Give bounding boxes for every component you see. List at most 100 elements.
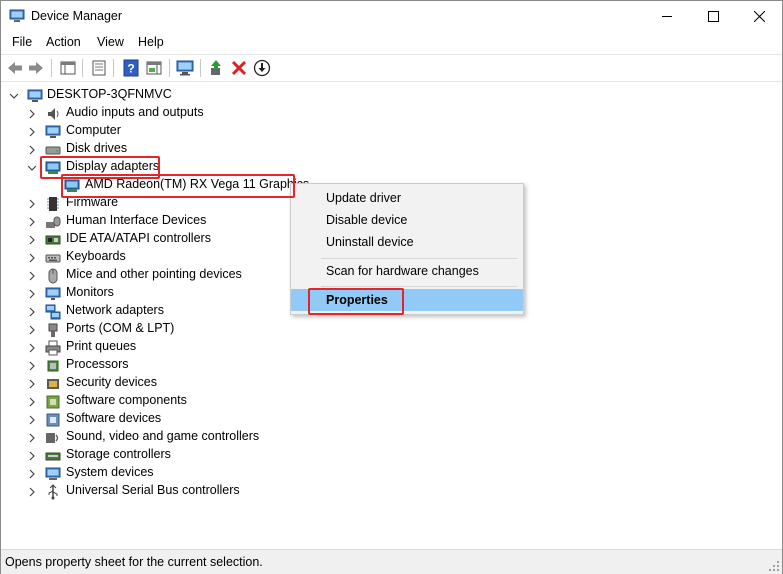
chevron-right-icon[interactable] <box>27 451 37 461</box>
network-adapter-icon <box>45 304 61 320</box>
status-bar: Opens property sheet for the current sel… <box>1 549 782 574</box>
menu-separator <box>321 258 517 259</box>
action-pane-icon[interactable] <box>145 59 163 77</box>
chevron-right-icon[interactable] <box>27 415 37 425</box>
menu-update-driver[interactable]: Update driver <box>291 187 523 209</box>
tree-item-label[interactable]: Print queues <box>66 339 136 353</box>
tree-item-label[interactable]: Disk drives <box>66 141 127 155</box>
close-button[interactable] <box>736 1 782 31</box>
toolbar: ? <box>1 54 782 82</box>
speaker-icon <box>48 108 59 120</box>
menu-scan-hardware-label: Scan for hardware changes <box>326 264 479 278</box>
menu-scan-hardware[interactable]: Scan for hardware changes <box>291 260 523 282</box>
chevron-right-icon[interactable] <box>27 289 37 299</box>
properties-icon[interactable] <box>90 59 108 77</box>
processor-icon <box>47 360 59 372</box>
chevron-right-icon[interactable] <box>27 271 37 281</box>
storage-controller-icon <box>45 452 61 461</box>
toolbar-separator <box>113 59 114 77</box>
chevron-right-icon[interactable] <box>27 361 37 371</box>
tree-item-label[interactable]: Sound, video and game controllers <box>66 429 259 443</box>
back-icon[interactable] <box>6 59 24 77</box>
chevron-right-icon[interactable] <box>27 325 37 335</box>
help-icon[interactable]: ? <box>122 59 140 77</box>
menu-view[interactable]: View <box>97 35 124 49</box>
tree-item-label[interactable]: Keyboards <box>66 249 126 263</box>
menu-disable-device[interactable]: Disable device <box>291 209 523 231</box>
chevron-right-icon[interactable] <box>27 469 37 479</box>
menu-disable-device-label: Disable device <box>326 213 408 227</box>
port-icon <box>48 323 58 337</box>
chevron-right-icon[interactable] <box>27 253 37 263</box>
tree-item-label[interactable]: Universal Serial Bus controllers <box>66 483 240 497</box>
security-device-icon <box>47 379 59 389</box>
menu-file[interactable]: File <box>12 35 32 49</box>
chevron-right-icon[interactable] <box>27 397 37 407</box>
chevron-right-icon[interactable] <box>27 343 37 353</box>
tree-item-label[interactable]: Computer <box>66 123 121 137</box>
sound-controller-icon <box>46 433 59 443</box>
menu-update-driver-label: Update driver <box>326 191 402 205</box>
tree-item-label[interactable]: Software devices <box>66 411 161 425</box>
tree-item-label[interactable]: Firmware <box>66 195 118 209</box>
tree-item-label[interactable]: Processors <box>66 357 129 371</box>
chevron-right-icon[interactable] <box>27 127 37 137</box>
mouse-icon <box>48 268 58 284</box>
chevron-right-icon[interactable] <box>27 379 37 389</box>
toolbar-separator <box>51 59 52 77</box>
minimize-icon <box>661 15 672 17</box>
title-bar: Device Manager <box>1 1 782 31</box>
tree-item-label[interactable]: System devices <box>66 465 154 479</box>
tree-item-label[interactable]: Security devices <box>66 375 157 389</box>
maximize-button[interactable] <box>690 1 736 31</box>
scan-hardware-icon[interactable] <box>176 59 194 77</box>
disable-device-icon[interactable] <box>253 59 271 77</box>
tree-item-label[interactable]: Monitors <box>66 285 114 299</box>
update-driver-icon[interactable] <box>207 59 225 77</box>
computer-icon <box>27 89 43 102</box>
chevron-right-icon[interactable] <box>27 433 37 443</box>
disk-drive-icon <box>45 146 61 155</box>
firmware-icon <box>47 197 59 211</box>
tree-item-label[interactable]: AMD Radeon(TM) RX Vega 11 Graphics <box>85 177 309 191</box>
show-hide-console-tree-icon[interactable] <box>59 59 77 77</box>
display-adapter-icon <box>45 161 61 174</box>
tree-item-label[interactable]: Software components <box>66 393 187 407</box>
keyboard-icon <box>45 254 61 263</box>
svg-text:?: ? <box>127 62 134 76</box>
tree-item-label[interactable]: Mice and other pointing devices <box>66 267 242 281</box>
forward-icon[interactable] <box>27 59 45 77</box>
menu-action[interactable]: Action <box>46 35 81 49</box>
tree-item-label[interactable]: Network adapters <box>66 303 164 317</box>
chevron-down-icon[interactable] <box>9 91 19 101</box>
tree-item-label[interactable]: Audio inputs and outputs <box>66 105 204 119</box>
minimize-button[interactable] <box>644 1 690 31</box>
menu-uninstall-device-label: Uninstall device <box>326 235 414 249</box>
menu-help[interactable]: Help <box>138 35 164 49</box>
chevron-right-icon[interactable] <box>27 235 37 245</box>
tree-item-label[interactable]: Storage controllers <box>66 447 171 461</box>
chevron-right-icon[interactable] <box>27 487 37 497</box>
chevron-right-icon[interactable] <box>27 307 37 317</box>
ide-controller-icon <box>45 235 61 245</box>
resize-grip-icon[interactable] <box>768 560 780 572</box>
toolbar-separator <box>200 59 201 77</box>
tree-root-label[interactable]: DESKTOP-3QFNMVC <box>47 87 172 101</box>
tree-item-label[interactable]: Display adapters <box>66 159 159 173</box>
chevron-right-icon[interactable] <box>27 145 37 155</box>
chevron-right-icon[interactable] <box>27 217 37 227</box>
menu-properties[interactable]: Properties <box>291 289 523 311</box>
tree-item-label[interactable]: Ports (COM & LPT) <box>66 321 174 335</box>
window-title: Device Manager <box>31 9 123 23</box>
chevron-down-icon[interactable] <box>27 163 37 173</box>
menu-uninstall-device[interactable]: Uninstall device <box>291 231 523 253</box>
status-text: Opens property sheet for the current sel… <box>5 555 263 569</box>
tree-item-label[interactable]: IDE ATA/ATAPI controllers <box>66 231 211 245</box>
toolbar-separator <box>169 59 170 77</box>
chevron-right-icon[interactable] <box>27 199 37 209</box>
menu-properties-label: Properties <box>326 293 388 307</box>
tree-item-label[interactable]: Human Interface Devices <box>66 213 206 227</box>
uninstall-icon[interactable] <box>230 59 248 77</box>
toolbar-separator <box>82 59 83 77</box>
chevron-right-icon[interactable] <box>27 109 37 119</box>
